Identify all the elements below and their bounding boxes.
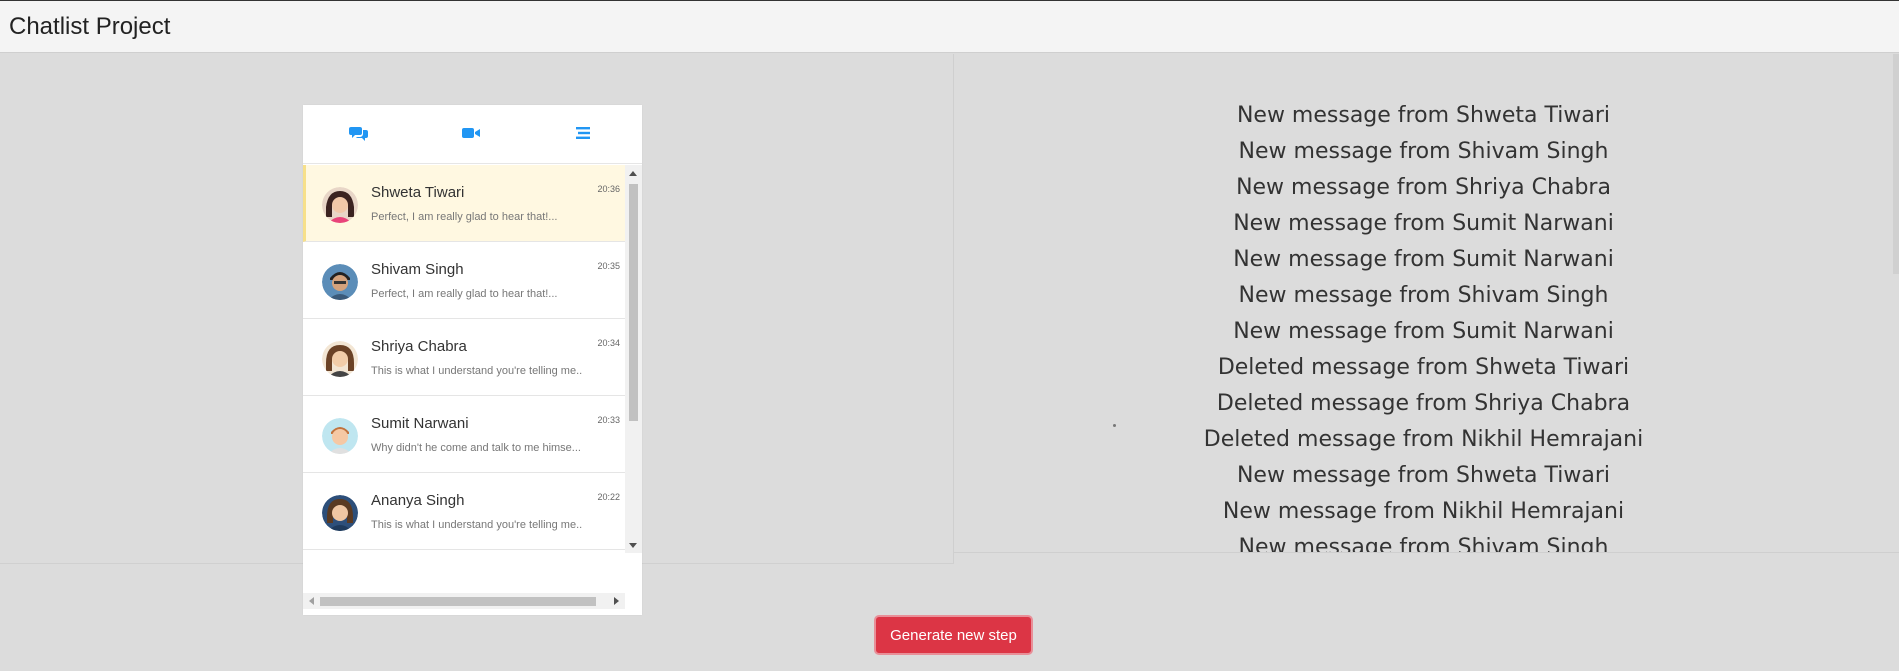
chat-list-item[interactable]: Sumit Narwani 20:33 Why didn't he come a…	[303, 396, 625, 473]
event-log-entry: New message from Shivam Singh	[1238, 283, 1609, 308]
chat-time: 20:34	[597, 338, 620, 348]
avatar	[322, 187, 358, 223]
tab-menu[interactable]	[563, 119, 603, 151]
event-log-entry: New message from Shivam Singh	[1238, 139, 1609, 164]
event-log-entry: New message from Sumit Narwani	[1233, 319, 1614, 344]
event-log-scrollbar[interactable]	[1893, 54, 1899, 274]
chat-name: Shweta Tiwari	[371, 184, 465, 201]
chat-time: 20:36	[597, 184, 620, 194]
chat-list-item[interactable]: Shriya Chabra 20:34 This is what I under…	[303, 319, 625, 396]
event-log-entry: Deleted message from Shriya Chabra	[1216, 391, 1631, 416]
event-log-entry: New message from Shweta Tiwari	[1236, 463, 1611, 488]
chat-name: Sumit Narwani	[371, 415, 469, 432]
chat-time: 20:22	[597, 492, 620, 502]
chat-list-vertical-scrollbar[interactable]	[625, 165, 642, 553]
chat-preview: Perfect, I am really glad to hear that!.…	[371, 288, 558, 300]
hamburger-menu-icon	[575, 126, 591, 145]
event-log-entry: Deleted message from Nikhil Hemrajani	[1203, 427, 1644, 452]
chat-list-item[interactable]: Shweta Tiwari 20:36 Perfect, I am really…	[303, 165, 625, 242]
tab-chats[interactable]	[339, 119, 379, 151]
event-log-entry: New message from Nikhil Hemrajani	[1222, 499, 1625, 524]
app-title: Chatlist Project	[9, 13, 171, 40]
avatar	[322, 418, 358, 454]
chat-name: Shivam Singh	[371, 261, 464, 278]
scroll-up-arrow-icon[interactable]	[629, 171, 637, 176]
chat-list-item[interactable]: Shivam Singh 20:35 Perfect, I am really …	[303, 242, 625, 319]
cursor-dot	[1113, 424, 1116, 427]
avatar	[322, 264, 358, 300]
event-log-entry: New message from Sumit Narwani	[1233, 247, 1614, 272]
generate-new-step-button[interactable]: Generate new step	[874, 615, 1033, 655]
chat-list-horizontal-scrollbar[interactable]	[303, 593, 625, 609]
left-pane: Shweta Tiwari 20:36 Perfect, I am really…	[0, 54, 954, 615]
chat-preview: This is what I understand you're telling…	[371, 519, 583, 531]
video-camera-icon	[461, 126, 481, 145]
chat-preview: This is what I understand you're telling…	[371, 365, 583, 377]
event-log-entry: New message from Shriya Chabra	[1236, 175, 1611, 200]
event-log-entry: New message from Sumit Narwani	[1233, 211, 1614, 236]
event-log: New message from Shweta Tiwari New messa…	[954, 98, 1893, 553]
chat-bubbles-icon	[349, 125, 369, 146]
avatar	[322, 495, 358, 531]
chat-list-item[interactable]: Ananya Singh 20:22 This is what I unders…	[303, 473, 625, 550]
scroll-down-arrow-icon[interactable]	[629, 543, 637, 548]
app-header: Chatlist Project	[0, 0, 1899, 53]
vertical-scroll-thumb[interactable]	[629, 184, 638, 421]
horizontal-scroll-thumb[interactable]	[320, 597, 596, 606]
scroll-left-arrow-icon[interactable]	[309, 597, 314, 605]
chat-time: 20:33	[597, 415, 620, 425]
avatar	[322, 341, 358, 377]
event-log-entry: Deleted message from Shweta Tiwari	[1217, 355, 1630, 380]
chat-widget: Shweta Tiwari 20:36 Perfect, I am really…	[303, 105, 642, 615]
event-log-pane: New message from Shweta Tiwari New messa…	[954, 54, 1899, 553]
chat-name: Ananya Singh	[371, 492, 465, 509]
tab-video[interactable]	[451, 119, 491, 151]
scroll-right-arrow-icon[interactable]	[614, 597, 619, 605]
event-log-entry: New message from Shweta Tiwari	[1236, 103, 1611, 128]
chat-name: Shriya Chabra	[371, 338, 467, 355]
chat-preview: Why didn't he come and talk to me himse.…	[371, 442, 581, 454]
chat-list: Shweta Tiwari 20:36 Perfect, I am really…	[303, 165, 625, 553]
chat-preview: Perfect, I am really glad to hear that!.…	[371, 211, 558, 223]
event-log-entry: New message from Shivam Singh	[1238, 535, 1609, 553]
chat-time: 20:35	[597, 261, 620, 271]
chat-tabbar	[303, 105, 642, 164]
